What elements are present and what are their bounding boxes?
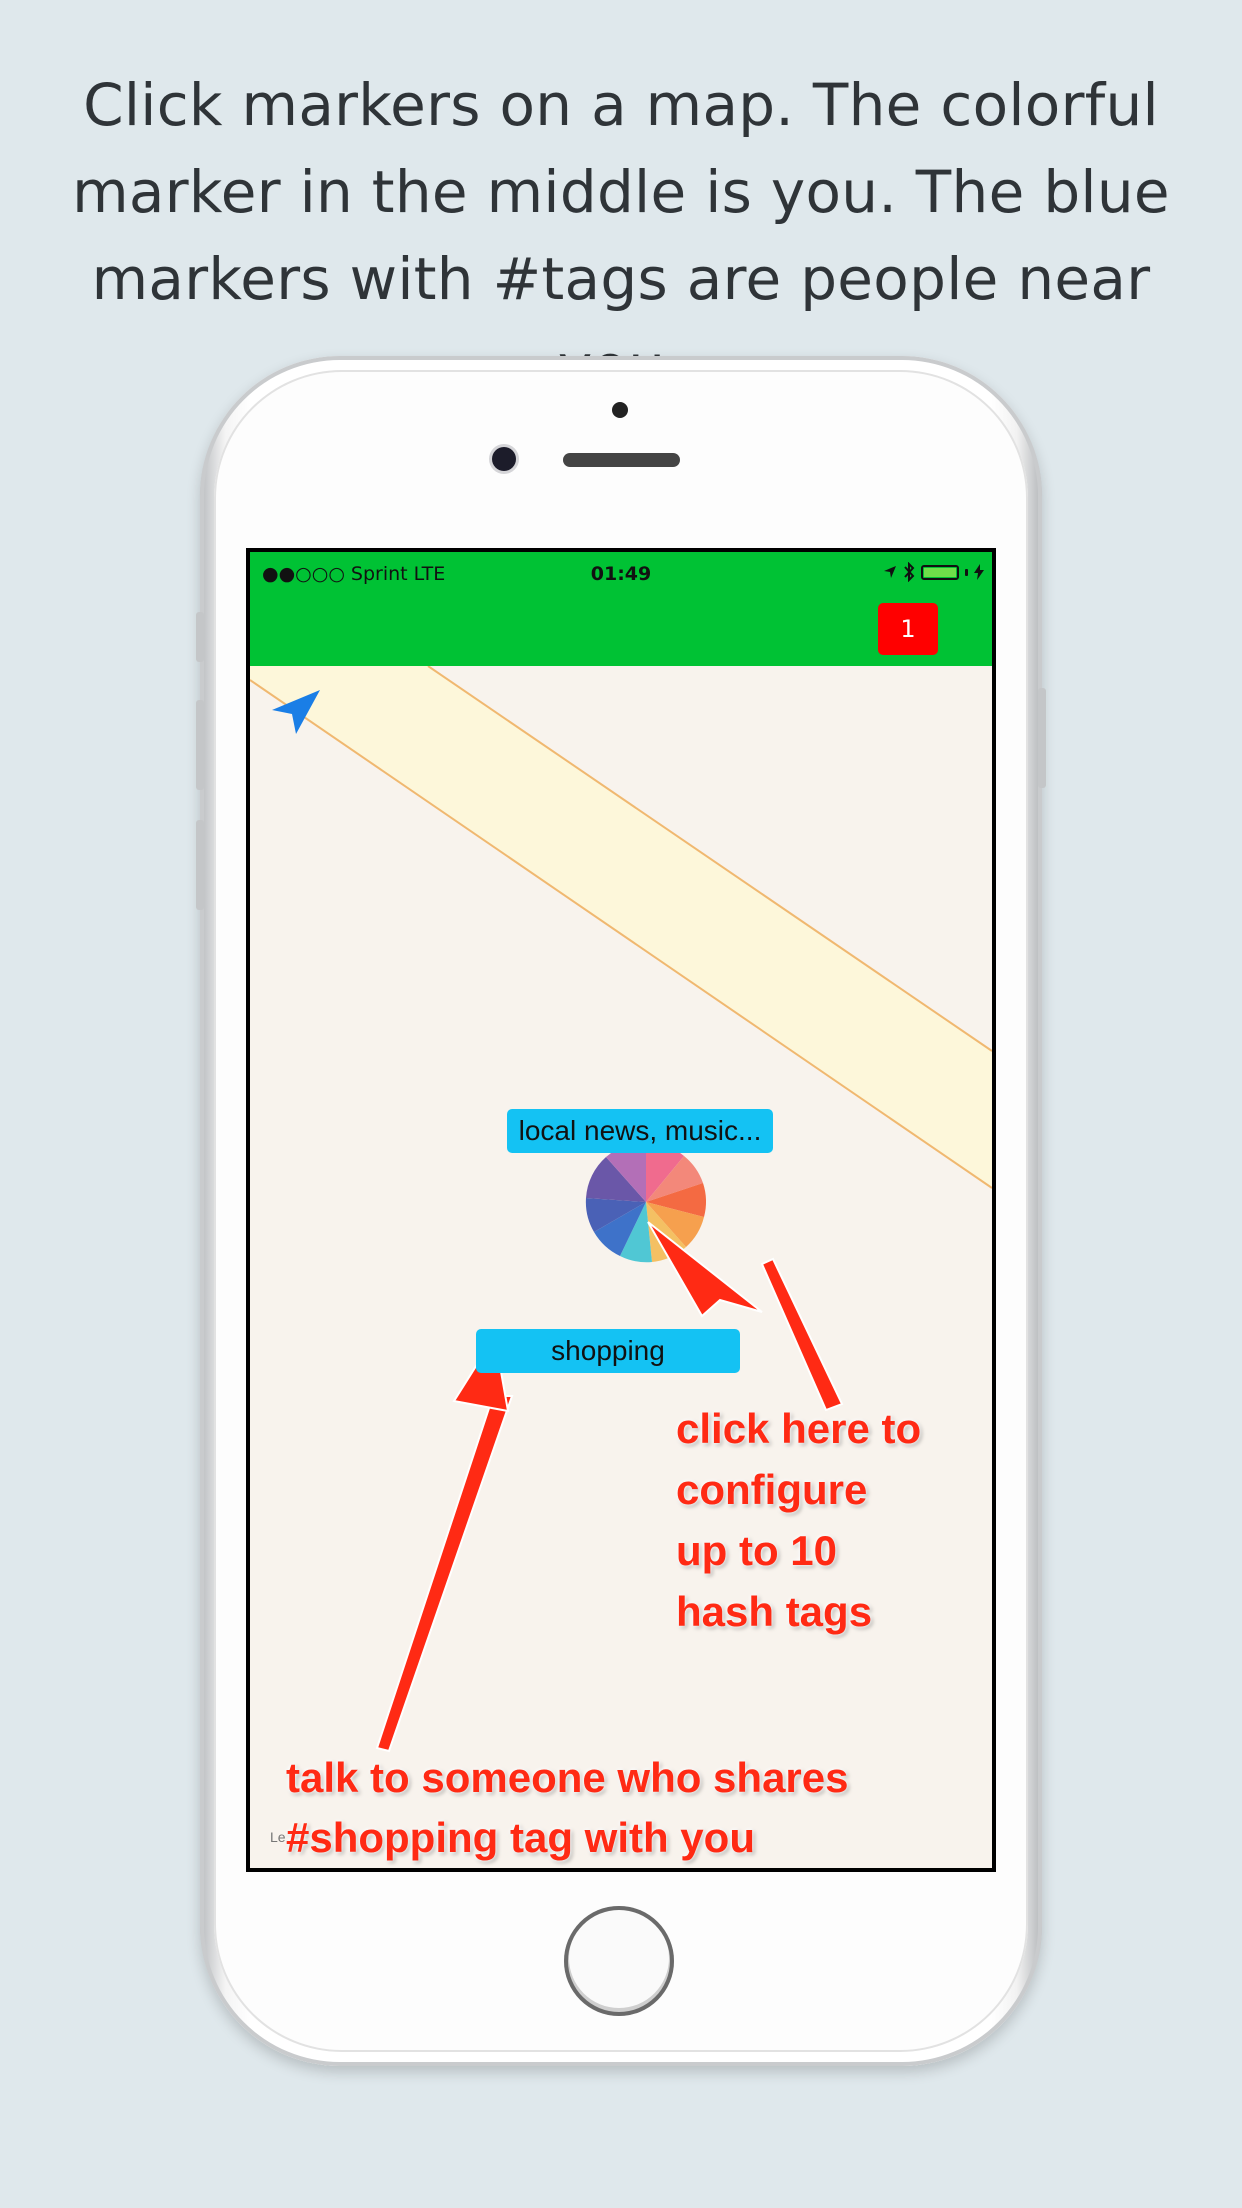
nav-bar: 1: [250, 596, 992, 666]
front-camera: [492, 447, 516, 471]
location-services-icon: [884, 566, 896, 578]
status-bar: ●●○○○ Sprint LTE 01:49: [250, 552, 992, 596]
my-tags-marker-label[interactable]: local news, music...: [507, 1109, 773, 1153]
battery-tip: [965, 568, 968, 576]
map-view[interactable]: local news, music... shopping click here…: [250, 666, 992, 1868]
caption-line-2: marker in the middle is you. The blue: [72, 158, 1170, 226]
configure-annotation-line-2: configure: [676, 1466, 868, 1513]
legal-link[interactable]: Le: [270, 1829, 286, 1845]
battery-icon: [921, 564, 959, 580]
earpiece-speaker: [563, 453, 680, 467]
configure-annotation: click here to configure up to 10 hash ta…: [676, 1398, 921, 1642]
my-location-marker: [585, 1141, 706, 1263]
configure-annotation-line-4: hash tags: [676, 1588, 873, 1635]
phone-screen: ●●○○○ Sprint LTE 01:49 1 local news, mus…: [246, 548, 996, 1872]
volume-down-button: [196, 820, 204, 910]
power-button: [1038, 688, 1046, 788]
proximity-sensor: [612, 402, 628, 418]
home-button[interactable]: [564, 1906, 674, 2016]
volume-up-button: [196, 700, 204, 790]
status-icons: [883, 562, 984, 582]
talk-annotation-line-2: #shopping tag with you: [286, 1814, 755, 1861]
charging-bolt-icon: [974, 564, 984, 580]
talk-annotation: talk to someone who shares #shopping tag…: [286, 1748, 849, 1868]
mute-switch: [196, 612, 204, 662]
configure-annotation-line-1: click here to: [676, 1405, 922, 1452]
map-canvas: [250, 666, 992, 1753]
notification-badge-button[interactable]: 1: [878, 603, 938, 655]
caption-line-1: Click markers on a map. The colorful: [83, 71, 1159, 139]
nearby-user-tag-shopping[interactable]: shopping: [476, 1329, 740, 1373]
talk-annotation-line-1: talk to someone who shares: [286, 1754, 849, 1801]
talk-arrow: [375, 1333, 514, 1753]
configure-arrow: [647, 1221, 844, 1412]
configure-annotation-line-3: up to 10: [676, 1527, 838, 1574]
bluetooth-icon: [904, 562, 915, 582]
status-time: 01:49: [590, 563, 652, 585]
